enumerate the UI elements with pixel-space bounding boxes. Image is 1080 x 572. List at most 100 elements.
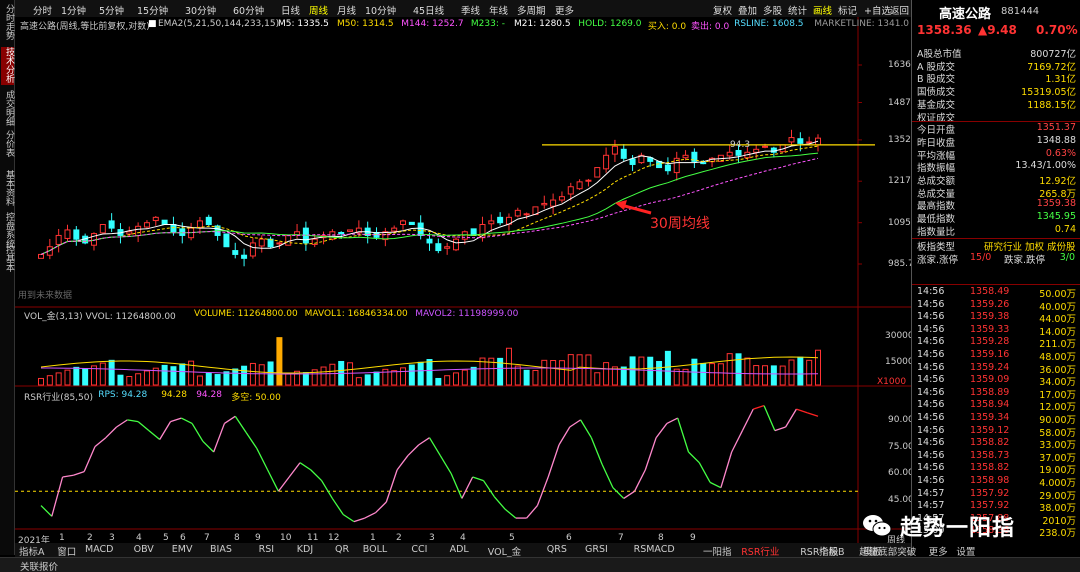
indicator-tab[interactable]: ADL [450,544,469,555]
candle-body [558,196,565,201]
tick-time: 14:56 [917,412,945,423]
period-tab[interactable]: 日线 [281,3,300,17]
toolbar-tool-button[interactable]: 返回 [890,3,909,17]
indicator-tab[interactable]: QRS [547,544,567,555]
quote-stat-row: 最低指数 1345.95 [912,211,1080,225]
tick-row: 14:56 1359.33 14.00万 [912,323,1080,338]
kline-chart-area[interactable] [15,17,911,543]
period-tab[interactable]: 年线 [489,3,508,17]
quote-stat-row: 今日开盘 1351.37 [912,122,1080,136]
candle-body [347,229,354,232]
volume-bar [638,356,645,386]
template-tab[interactable]: 模板 [863,544,882,558]
candle-body [417,222,424,236]
stat-label: 指数量比 [917,226,956,238]
candle-body [38,253,44,259]
indicator-tab[interactable]: MACD [85,544,113,555]
indicator-tab-right[interactable]: 指标B [819,544,845,558]
candle-body [576,181,583,190]
indicator-tab[interactable]: BOLL [363,544,387,555]
indicator-tab[interactable]: OBV [134,544,154,555]
candle-body [338,232,345,235]
hold-value-label: 94.3 [730,139,751,150]
sidebar-tab[interactable]: 技术分析 [1,47,14,85]
volume-bar [276,337,283,386]
period-tab[interactable]: 更多 [555,3,574,17]
candle-body [143,222,150,228]
indicator-tab[interactable]: QR [335,544,349,555]
toolbar-tool-button[interactable]: 统计 [788,3,807,17]
candle-body [232,250,239,255]
volume-bar [664,350,671,386]
period-tab[interactable]: 季线 [461,3,480,17]
toolbar-tool-button[interactable]: 叠加 [738,3,757,17]
candle-body [285,234,292,246]
candle-body [523,213,530,216]
period-tab[interactable]: 周线 [309,3,328,17]
indicator-tab[interactable]: 设置 [956,544,975,558]
period-tab[interactable]: 15分钟 [137,3,168,17]
stat-value: 1345.95 [1036,211,1076,223]
quote-code: 881444 [1001,6,1040,17]
volume-bar [558,360,565,386]
volume-bar [355,377,362,386]
x-axis-label: 3 [429,533,435,543]
volume-bar [647,356,654,386]
indicator-tab[interactable]: EMV [172,544,193,555]
sidebar-tab[interactable]: 分时走势 [1,4,14,42]
indicator-tab[interactable]: GRSI [585,544,608,555]
x-axis-label: 1 [59,533,65,543]
candle-body [435,243,442,252]
indicator-tab[interactable]: RSMACD [634,544,675,555]
period-tab[interactable]: 30分钟 [185,3,216,17]
volume-bar [135,373,142,386]
period-tab[interactable]: 多周期 [517,3,546,17]
tick-price: 1359.33 [970,323,1010,335]
volume-bar [744,357,751,386]
toolbar-tool-button[interactable]: 多股 [763,3,782,17]
period-tab[interactable]: 45日线 [413,3,444,17]
sidebar-tab[interactable]: 基本资料 [1,170,14,208]
volume-bar [258,364,265,386]
period-tab[interactable]: 10分钟 [365,3,396,17]
indicator-tab[interactable]: RSI [259,544,274,555]
volume-bar [576,354,583,386]
tick-row: 14:56 1358.73 37.00万 [912,450,1080,464]
tick-row: 14:57 1357.92 29.00万 [912,488,1080,502]
toolbar-tool-button[interactable]: 标记 [838,3,857,17]
indicator-tab[interactable]: VOL_金 [488,544,521,558]
toolbar-tool-button[interactable]: 复权 [713,3,732,17]
period-tab[interactable]: 月线 [337,3,356,17]
candle-body [488,220,495,225]
tick-row: 14:56 1359.34 90.00万 [912,412,1080,426]
toolbar-tool-button[interactable]: +自选 [864,3,891,17]
period-tab[interactable]: 60分钟 [233,3,264,17]
indicator-tab[interactable]: 指标A [19,544,45,558]
indicator-tab[interactable]: RSR行业 [741,544,779,558]
tick-row: 14:56 1359.24 36.00万 [912,362,1080,376]
period-tab[interactable]: 1分钟 [61,3,86,17]
sidebar-tab[interactable]: 成交明细 [1,90,14,128]
sidebar-tab[interactable]: 控基本 [1,245,14,275]
indicator-tab[interactable]: BIAS [210,544,232,555]
updown-label: 涨家.涨停 [917,254,959,266]
period-tab[interactable]: 分时 [33,3,52,17]
tick-row: 14:56 1358.82 19.00万 [912,462,1080,476]
indicator-tab[interactable]: KDJ [297,544,313,555]
toolbar-tool-button[interactable]: 画线 [813,3,832,17]
status-bar: 关联报价 [0,557,1080,572]
type-label: 板指类型 [917,241,956,253]
volume-bar [143,370,150,386]
volume-bar [38,377,44,386]
tick-price: 1359.38 [970,311,1010,323]
sidebar-tab[interactable]: 分价表 [1,130,14,168]
indicator-tab[interactable]: CCI [411,544,427,555]
tick-row: 14:56 1359.28 211.0万 [912,336,1080,350]
indicator-tab[interactable]: 窗口 [57,544,76,558]
indicator-tab[interactable]: 更多 [929,544,948,558]
indicator-tab[interactable]: 一阳指 [703,544,732,558]
period-tab[interactable]: 5分钟 [99,3,124,17]
quote-stat-row: 总成交额 12.92亿 [912,173,1080,187]
tick-price: 1359.09 [970,374,1010,386]
quote-stat-row: 基金成交 1188.15亿 [912,97,1080,111]
